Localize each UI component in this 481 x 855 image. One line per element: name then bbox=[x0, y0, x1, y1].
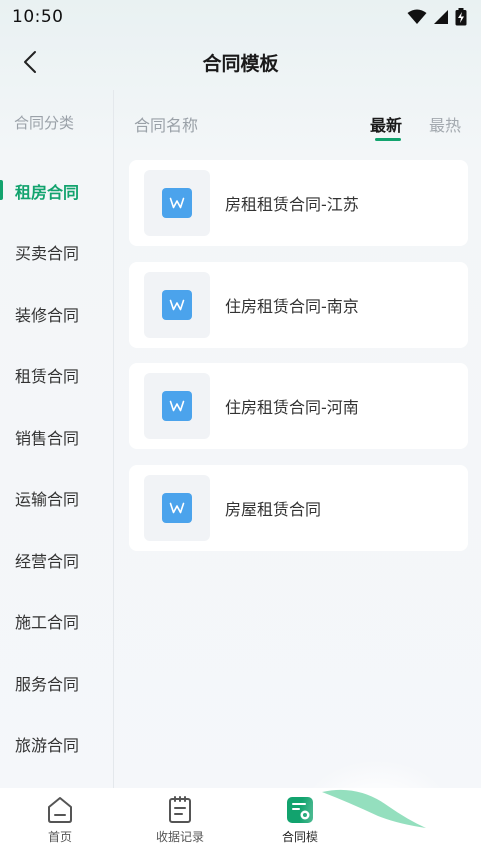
bottom-nav: 首页 收据记录 合同模 bbox=[0, 788, 481, 855]
sidebar-item-travel[interactable]: 旅游合同 bbox=[0, 714, 114, 776]
sidebar-item-transport[interactable]: 运输合同 bbox=[0, 468, 114, 530]
template-title: 房屋租赁合同 bbox=[225, 499, 322, 519]
template-title: 住房租赁合同-河南 bbox=[225, 398, 359, 417]
template-list: 房租租赁合同-江苏 住房租赁合同-南京 住房租赁合同-河南 房屋租赁合同 bbox=[129, 160, 468, 566]
sidebar-item-lease[interactable]: 租赁合同 bbox=[0, 345, 114, 407]
nav-home[interactable]: 首页 bbox=[0, 788, 120, 855]
word-document-icon bbox=[162, 289, 192, 320]
nav-label: 收据记录 bbox=[155, 830, 204, 844]
sidebar-heading: 合同分类 bbox=[14, 114, 75, 132]
sidebar-item-sale[interactable]: 买卖合同 bbox=[0, 222, 114, 284]
column-label: 合同名称 bbox=[134, 116, 199, 135]
doc-thumbnail bbox=[144, 271, 210, 338]
screen: 10:50 合同模板 合同分类 租房合同 买卖合同 装修合同 租赁合同 销售合同… bbox=[0, 0, 481, 855]
template-card[interactable]: 房租租赁合同-江苏 bbox=[129, 160, 468, 246]
wifi-icon bbox=[407, 9, 427, 24]
page-title: 合同模板 bbox=[202, 52, 279, 75]
header: 合同模板 bbox=[0, 34, 481, 90]
tab-hot[interactable]: 最热 bbox=[429, 112, 461, 136]
home-icon bbox=[48, 797, 72, 823]
doc-thumbnail bbox=[144, 373, 210, 439]
template-title: 住房租赁合同-南京 bbox=[225, 296, 359, 316]
active-tab-indicator bbox=[375, 138, 401, 141]
template-title: 房租租赁合同-江苏 bbox=[225, 195, 359, 214]
sidebar-item-sales[interactable]: 销售合同 bbox=[0, 406, 114, 468]
back-button[interactable] bbox=[14, 46, 46, 78]
tab-latest[interactable]: 最新 bbox=[370, 112, 402, 136]
word-document-icon bbox=[162, 188, 192, 218]
template-card[interactable]: 房屋租赁合同 bbox=[129, 464, 468, 551]
word-document-icon bbox=[162, 391, 192, 421]
status-icons bbox=[407, 8, 467, 26]
doc-thumbnail bbox=[144, 474, 210, 541]
template-card[interactable]: 住房租赁合同-河南 bbox=[129, 363, 468, 449]
category-sidebar: 合同分类 租房合同 买卖合同 装修合同 租赁合同 销售合同 运输合同 经营合同 … bbox=[0, 90, 114, 788]
sidebar-item-business[interactable]: 经营合同 bbox=[0, 529, 114, 591]
content-header: 合同名称 最新 最热 bbox=[134, 102, 464, 146]
nav-contract-templates[interactable]: 合同模 bbox=[240, 788, 360, 855]
category-list: 租房合同 买卖合同 装修合同 租赁合同 销售合同 运输合同 经营合同 施工合同 … bbox=[0, 160, 114, 775]
sidebar-item-service[interactable]: 服务合同 bbox=[0, 652, 114, 714]
sidebar-item-decoration[interactable]: 装修合同 bbox=[0, 283, 114, 345]
chevron-left-icon bbox=[24, 51, 36, 73]
nav-label: 合同模 bbox=[281, 830, 318, 844]
receipt-icon bbox=[169, 796, 191, 823]
word-document-icon bbox=[162, 492, 192, 523]
status-time: 10:50 bbox=[12, 7, 64, 27]
sidebar-item-rent-house[interactable]: 租房合同 bbox=[0, 160, 114, 222]
status-bar: 10:50 bbox=[0, 0, 481, 34]
battery-charging-icon bbox=[455, 8, 467, 26]
sidebar-item-construction[interactable]: 施工合同 bbox=[0, 591, 114, 653]
cellular-signal-icon bbox=[434, 10, 448, 24]
nav-label: 首页 bbox=[47, 830, 72, 844]
template-card[interactable]: 住房租赁合同-南京 bbox=[129, 261, 468, 348]
doc-thumbnail bbox=[144, 170, 210, 236]
nav-receipt-records[interactable]: 收据记录 bbox=[120, 788, 240, 855]
contract-template-icon bbox=[287, 797, 313, 823]
